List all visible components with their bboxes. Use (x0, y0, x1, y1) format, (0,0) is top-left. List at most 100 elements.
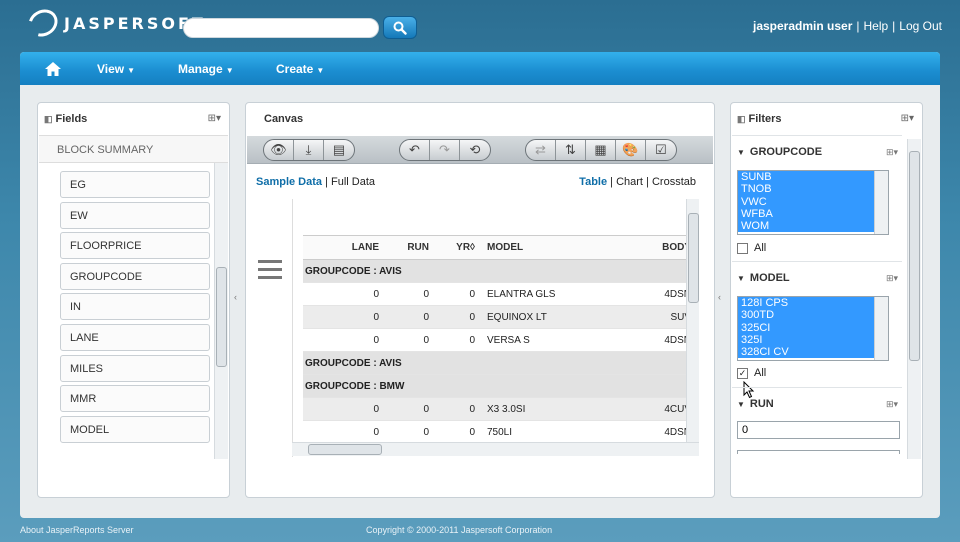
table-vscrollbar[interactable] (686, 199, 699, 443)
fields-scrollbar-thumb[interactable] (216, 267, 227, 367)
input-controls-icon[interactable]: ▦ (586, 140, 616, 160)
field-item-eg[interactable]: EG (60, 171, 210, 198)
field-item-floorprice[interactable]: FLOORPRICE (60, 232, 210, 260)
col-header-run[interactable]: RUN (387, 235, 437, 260)
checkbox-label: All (754, 242, 767, 254)
filter-menu-icon[interactable]: ⊞▾ (886, 399, 898, 410)
sample-data-link[interactable]: Sample Data (256, 176, 322, 188)
checkbox-box[interactable] (737, 242, 748, 254)
filter-menu-icon[interactable]: ⊞▾ (886, 273, 898, 284)
panel-menu-icon[interactable]: ⊞▾ (901, 113, 914, 124)
listbox-option[interactable]: 128I CPS (738, 297, 888, 310)
checkbox-label: All (754, 367, 767, 379)
col-header-yr[interactable]: YR◊ (437, 235, 483, 260)
options-checklist-icon[interactable]: ☑ (646, 140, 676, 160)
copyright-text: Copyright © 2000-2011 Jaspersoft Corpora… (366, 525, 553, 535)
col-header-lane[interactable]: LANE (303, 235, 387, 260)
field-item-groupcode[interactable]: GROUPCODE (60, 262, 210, 290)
nav-view-label: View (97, 62, 125, 76)
canvas-title: Canvas (264, 113, 304, 125)
listbox-option[interactable]: TNOB (738, 183, 888, 196)
full-data-link[interactable]: Full Data (331, 176, 375, 188)
panel-menu-icon[interactable]: ⊞▾ (208, 113, 221, 124)
nav-create-menu[interactable]: Create ▼ (276, 62, 324, 76)
field-item-ew[interactable]: EW (60, 201, 210, 229)
table-hscrollbar-thumb[interactable] (308, 444, 382, 455)
filter-run-header[interactable]: ▼ RUN (737, 398, 774, 410)
table-vscrollbar-thumb[interactable] (688, 213, 699, 303)
listbox-option[interactable]: 300TD (738, 309, 888, 322)
cell-lane: 0 (303, 305, 387, 329)
pivot-icon[interactable]: ⇄ (526, 140, 556, 160)
col-header-model[interactable]: MODEL (483, 235, 599, 260)
save-report-icon[interactable]: ▤ (324, 140, 354, 160)
undo-all-icon[interactable]: ⟲ (460, 140, 490, 160)
group-row: GROUPCODE : AVIS (303, 351, 699, 375)
groupcode-listbox[interactable]: SUNB TNOB VWC WFBA WOM (737, 170, 889, 235)
redo-icon[interactable]: ↷ (430, 140, 460, 160)
col-header-body[interactable]: BODY (599, 235, 699, 260)
chart-view-link[interactable]: Chart (616, 176, 643, 188)
nav-manage-menu[interactable]: Manage ▼ (178, 62, 234, 76)
home-icon[interactable] (44, 61, 62, 77)
table-hscrollbar[interactable] (292, 442, 699, 456)
model-all-checkbox[interactable]: ✓ All (737, 367, 766, 379)
resize-handle-icon[interactable]: ‹ (718, 292, 721, 302)
field-item-model[interactable]: MODEL (60, 415, 210, 443)
table-row: 0 0 0 VERSA S 4DSN (303, 328, 699, 352)
about-link[interactable]: About JasperReports Server (20, 525, 134, 535)
filters-scrollbar-thumb[interactable] (909, 151, 920, 361)
sort-icon[interactable]: ⇅ (556, 140, 586, 160)
field-item-miles[interactable]: MILES (60, 354, 210, 382)
divider (732, 135, 902, 136)
undo-icon[interactable]: ↶ (400, 140, 430, 160)
listbox-option[interactable]: VWC (738, 195, 888, 208)
cell-body: SUV (599, 305, 699, 329)
resize-handle-icon[interactable]: ‹ (234, 292, 237, 302)
fields-scrollbar[interactable] (214, 163, 228, 459)
listbox-scrollbar[interactable] (874, 297, 888, 360)
toolbar-group-file: 👁 ⤓ ▤ (263, 139, 355, 161)
filter-groupcode-header[interactable]: ▼ GROUPCODE (737, 146, 822, 158)
crosstab-view-link[interactable]: Crosstab (652, 176, 696, 188)
collapse-panel-icon[interactable]: ◧ (737, 114, 746, 124)
field-item-mmr[interactable]: MMR (60, 385, 210, 413)
listbox-option[interactable]: WOM (738, 220, 888, 233)
export-icon[interactable]: ⤓ (294, 140, 324, 160)
model-listbox[interactable]: 128I CPS 300TD 325CI 325I 328CI CV (737, 296, 889, 361)
filter-model-header[interactable]: ▼ MODEL (737, 272, 790, 284)
listbox-option[interactable]: 328CI CV (738, 346, 888, 359)
listbox-option[interactable]: 325CI (738, 321, 888, 334)
block-summary-group[interactable]: BLOCK SUMMARY (39, 135, 228, 163)
collapse-panel-icon[interactable]: ◧ (44, 114, 53, 124)
listbox-option[interactable]: 325I (738, 333, 888, 347)
listbox-option[interactable]: WFBA (738, 207, 888, 221)
field-item-in[interactable]: IN (60, 293, 210, 321)
listbox-scrollbar[interactable] (874, 171, 888, 234)
logout-link[interactable]: Log Out (899, 19, 942, 33)
toolbar-group-history: ↶ ↷ ⟲ (399, 139, 491, 161)
field-item-lane[interactable]: LANE (60, 323, 210, 351)
cell-model: VERSA S (483, 328, 599, 352)
group-label: GROUPCODE : AVIS (303, 259, 699, 283)
search-input[interactable] (183, 18, 379, 38)
cell-run: 0 (387, 328, 437, 352)
next-filter-input[interactable] (737, 450, 900, 454)
search-button[interactable] (383, 16, 417, 39)
cell-lane: 0 (303, 397, 387, 421)
help-link[interactable]: Help (863, 19, 888, 33)
fields-panel-title: ◧ Fields (44, 113, 87, 125)
cell-run: 0 (387, 420, 437, 444)
run-filter-input[interactable] (737, 421, 900, 439)
preview-eye-icon[interactable]: 👁 (264, 140, 294, 160)
table-view-link[interactable]: Table (579, 176, 607, 188)
column-grip-icon[interactable] (258, 260, 282, 284)
filters-scrollbar[interactable] (907, 139, 921, 459)
listbox-option[interactable]: SUNB (738, 171, 888, 184)
nav-view-menu[interactable]: View ▼ (97, 62, 135, 76)
cell-yr: 0 (437, 420, 483, 444)
filter-menu-icon[interactable]: ⊞▾ (886, 147, 898, 158)
styles-palette-icon[interactable]: 🎨 (616, 140, 646, 160)
checkbox-box-checked[interactable]: ✓ (737, 367, 748, 379)
groupcode-all-checkbox[interactable]: All (737, 242, 766, 254)
